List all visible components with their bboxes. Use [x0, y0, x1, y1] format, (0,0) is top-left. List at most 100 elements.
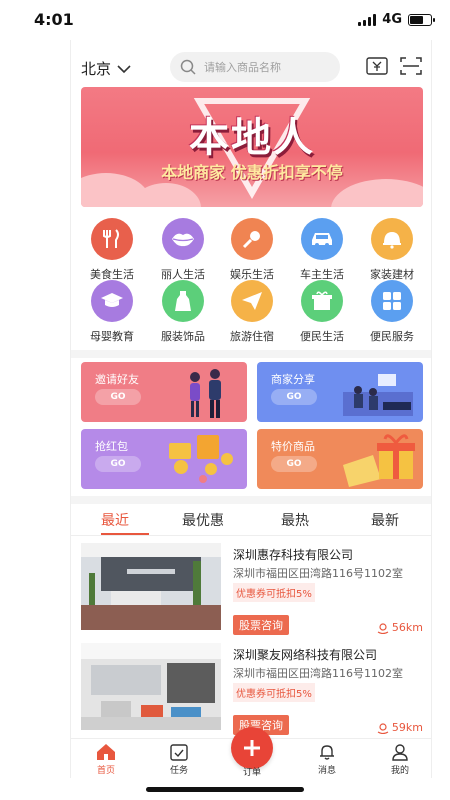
- merchant-photo: [81, 643, 221, 730]
- gift-icon: [301, 280, 343, 322]
- search-box[interactable]: [170, 52, 340, 82]
- network-label: 4G: [382, 12, 402, 27]
- promo-invite-friends[interactable]: 邀请好友 GO: [81, 362, 247, 422]
- merchant-card[interactable]: 深圳聚友网络科技有限公司 深圳市福田区田湾路116号1102室 优惠券可抵扣5%…: [71, 643, 431, 738]
- category-item[interactable]: 母婴教育: [76, 280, 148, 344]
- nav-label: 消息: [317, 766, 336, 776]
- nav-home[interactable]: 首页: [76, 743, 136, 776]
- go-button[interactable]: GO: [271, 456, 317, 472]
- nav-task[interactable]: 任务: [149, 743, 209, 776]
- merchant-name: 深圳聚友网络科技有限公司: [233, 648, 378, 662]
- distance-value: 56km: [391, 621, 423, 634]
- stock-consult-button[interactable]: 股票咨询: [233, 615, 289, 635]
- status-time: 4:01: [34, 10, 74, 29]
- home-icon: [97, 744, 115, 760]
- promo-banner[interactable]: 本地人 本地商家 优惠折扣享不停: [81, 87, 423, 207]
- top-bar: 北京: [71, 50, 431, 84]
- distance-label: 56km: [377, 621, 423, 634]
- merchant-address: 深圳市福田区田湾路116号1102室: [233, 567, 403, 580]
- lips-icon: [162, 218, 204, 260]
- scan-icon[interactable]: [399, 55, 423, 77]
- distance-label: 59km: [377, 721, 423, 734]
- status-bar: 4:01 4G: [0, 0, 450, 40]
- app-screen: 北京 本地人 本地商家 优惠折扣享不停: [70, 40, 432, 778]
- promo-title: 特价商品: [271, 440, 315, 453]
- merchant-address: 深圳市福田区田湾路116号1102室: [233, 667, 403, 680]
- gift-box-illustration: [343, 434, 415, 487]
- category-item[interactable]: 丽人生活: [147, 218, 219, 282]
- nav-label: 我的: [390, 766, 409, 776]
- promo-special-offer[interactable]: 特价商品 GO: [257, 429, 423, 489]
- category-item[interactable]: 服装饰品: [147, 280, 219, 344]
- city-label: 北京: [81, 60, 112, 78]
- coupon-badge: 优惠券可抵扣5%: [233, 683, 315, 702]
- bell-icon: [320, 745, 334, 760]
- go-button[interactable]: GO: [95, 389, 141, 405]
- nav-label: 订单: [242, 768, 261, 778]
- category-label: 旅游住宿: [230, 330, 274, 343]
- banner-title: 本地人: [189, 115, 315, 161]
- nav-messages[interactable]: 消息: [297, 743, 357, 776]
- ticket-icon[interactable]: [365, 55, 389, 77]
- cutlery-icon: [91, 218, 133, 260]
- bottom-nav: 首页 任务 订单 消息 我的: [71, 727, 431, 778]
- category-item[interactable]: 便民服务: [356, 280, 428, 344]
- category-label: 服装饰品: [161, 330, 205, 343]
- category-item[interactable]: 车主生活: [286, 218, 358, 282]
- category-item[interactable]: 旅游住宿: [216, 280, 288, 344]
- search-input[interactable]: [204, 60, 324, 74]
- tab-newest[interactable]: 最新: [371, 510, 399, 530]
- microphone-icon: [231, 218, 273, 260]
- graduation-cap-icon: [91, 280, 133, 322]
- active-tab-indicator: [101, 533, 149, 535]
- grid-icon: [371, 280, 413, 322]
- people-illustration: [190, 369, 221, 418]
- tab-hottest[interactable]: 最热: [281, 510, 309, 530]
- city-selector[interactable]: 北京: [81, 58, 131, 79]
- nav-label: 任务: [169, 766, 188, 776]
- promo-title: 抢红包: [95, 440, 128, 453]
- battery-icon: [408, 13, 435, 26]
- tab-recent[interactable]: 最近: [101, 510, 129, 530]
- category-item[interactable]: 家装建材: [356, 218, 428, 282]
- nav-profile[interactable]: 我的: [370, 743, 430, 776]
- promo-red-packet[interactable]: 抢红包 GO: [81, 429, 247, 489]
- paper-plane-icon: [231, 280, 273, 322]
- category-item[interactable]: 美食生活: [76, 218, 148, 282]
- promo-merchant-share[interactable]: 商家分享 GO: [257, 362, 423, 422]
- promo-title: 商家分享: [271, 373, 315, 386]
- meeting-illustration: [343, 374, 413, 416]
- dress-icon: [162, 280, 204, 322]
- lamp-icon: [371, 218, 413, 260]
- category-item[interactable]: 便民生活: [286, 280, 358, 344]
- plus-icon: [244, 740, 260, 756]
- task-icon: [170, 744, 188, 761]
- go-button[interactable]: GO: [95, 456, 141, 472]
- signal-icon: [358, 13, 377, 26]
- sort-tabs: 最近 最优惠 最热 最新: [71, 500, 431, 536]
- tab-best-discount[interactable]: 最优惠: [182, 510, 224, 530]
- promo-title: 邀请好友: [95, 373, 139, 386]
- status-indicators: 4G: [358, 12, 435, 27]
- category-label: 便民服务: [370, 330, 414, 343]
- nav-order-button[interactable]: [231, 727, 273, 769]
- coins-illustration: [169, 435, 233, 483]
- nav-label: 首页: [96, 766, 115, 776]
- section-divider: [71, 350, 431, 358]
- category-label: 便民生活: [300, 330, 344, 343]
- location-icon: [377, 722, 389, 734]
- coupon-badge: 优惠券可抵扣5%: [233, 583, 315, 602]
- user-icon: [392, 744, 408, 761]
- location-icon: [377, 622, 389, 634]
- banner-subtitle: 本地商家 优惠折扣享不停: [161, 163, 343, 182]
- home-indicator[interactable]: [146, 787, 304, 792]
- search-icon: [180, 59, 196, 75]
- category-item[interactable]: 娱乐生活: [216, 218, 288, 282]
- merchant-photo: [81, 543, 221, 630]
- distance-value: 59km: [391, 721, 423, 734]
- banner-cloud: [331, 179, 423, 207]
- go-button[interactable]: GO: [271, 389, 317, 405]
- merchant-name: 深圳惠存科技有限公司: [233, 548, 354, 562]
- category-label: 母婴教育: [90, 330, 134, 343]
- merchant-card[interactable]: 深圳惠存科技有限公司 深圳市福田区田湾路116号1102室 优惠券可抵扣5% 股…: [71, 543, 431, 638]
